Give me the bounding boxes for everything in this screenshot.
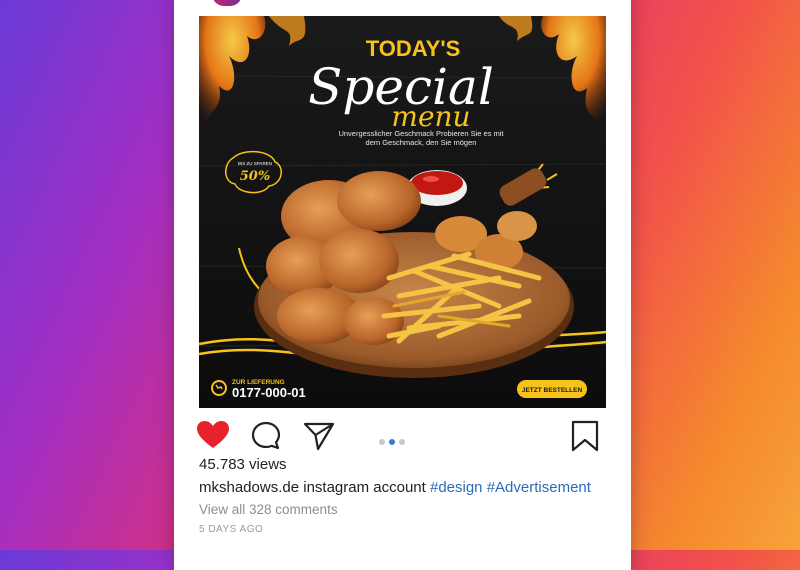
- ad-tagline-1: Unvergesslicher Geschmack Probieren Sie …: [338, 129, 504, 138]
- hashtag-advertisement[interactable]: #Advertisement: [487, 479, 591, 496]
- phone-number: 0177-000-01: [232, 385, 306, 400]
- discount-value: 50%: [240, 169, 270, 184]
- post-timestamp: 5 DAYS AGO: [199, 524, 264, 535]
- heart-icon[interactable]: [196, 420, 230, 455]
- discount-label: BIS ZU SPAREN: [238, 161, 272, 166]
- order-now-button: JETZT BESTELLEN: [517, 380, 587, 398]
- carousel-dot-active[interactable]: [389, 439, 395, 445]
- hashtag-design[interactable]: #design: [430, 479, 483, 496]
- carousel-dot[interactable]: [379, 439, 385, 445]
- instagram-post-card: TODAY'S Special menu Unvergesslicher Ges…: [174, 0, 631, 570]
- view-count: 45.783 views: [199, 456, 287, 473]
- view-comments-link[interactable]: View all 328 comments: [199, 502, 338, 517]
- comment-icon[interactable]: [250, 420, 282, 457]
- post-caption: mkshadows.de instagram account #design #…: [199, 479, 591, 496]
- post-actions: [174, 420, 631, 456]
- avatar[interactable]: [212, 0, 242, 6]
- fried-chicken: [266, 171, 421, 345]
- caption-username[interactable]: mkshadows.de: [199, 479, 299, 496]
- ad-tagline-2: dem Geschmack, den Sie mögen: [366, 138, 477, 147]
- order-now-label: JETZT BESTELLEN: [522, 387, 583, 394]
- post-image[interactable]: TODAY'S Special menu Unvergesslicher Ges…: [199, 16, 606, 408]
- caption-text: instagram account: [303, 479, 426, 496]
- carousel-dot[interactable]: [399, 439, 405, 445]
- bookmark-icon[interactable]: [570, 420, 600, 457]
- ad-graphic: TODAY'S Special menu Unvergesslicher Ges…: [199, 16, 606, 408]
- share-icon[interactable]: [302, 420, 336, 457]
- carousel-indicator: [379, 432, 409, 450]
